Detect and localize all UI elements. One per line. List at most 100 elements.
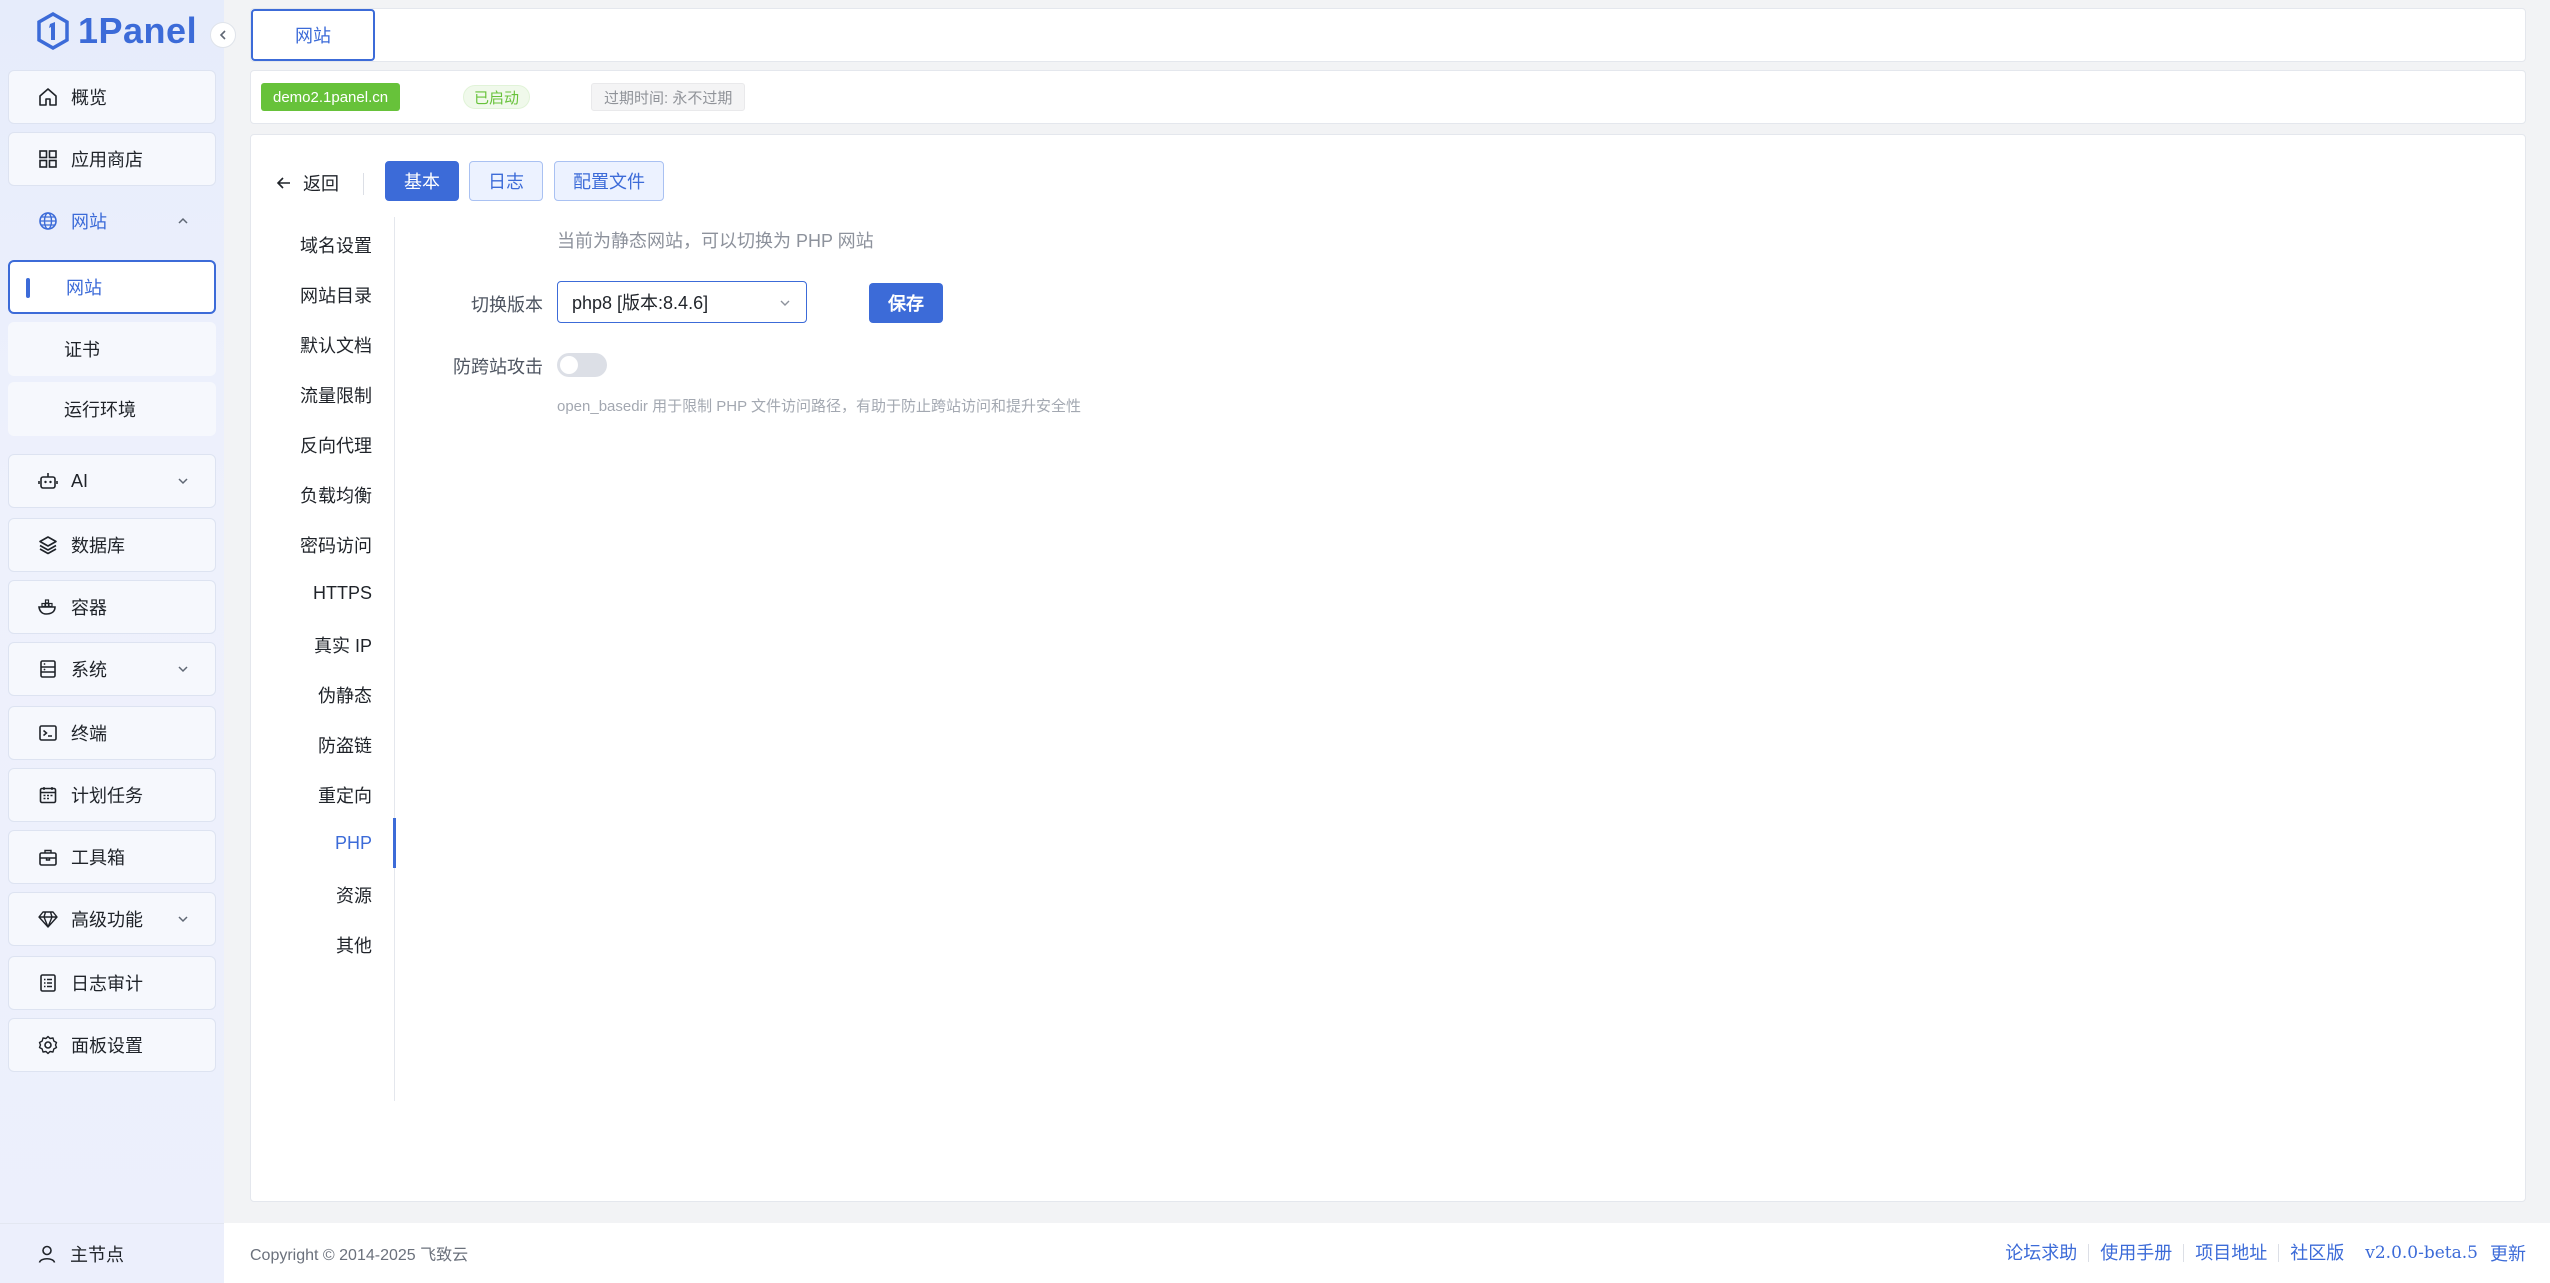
back-label: 返回 bbox=[303, 174, 339, 194]
tab-bar: 网站 bbox=[250, 8, 2526, 62]
subnav-rate-limit[interactable]: 流量限制 bbox=[300, 375, 372, 415]
sidebar-item-label: 工具箱 bbox=[71, 848, 125, 868]
expire-tag: 过期时间: 永不过期 bbox=[591, 83, 746, 111]
subnav-password-access[interactable]: 密码访问 bbox=[300, 525, 372, 565]
manual-link[interactable]: 使用手册 bbox=[2089, 1244, 2185, 1262]
domain-tag[interactable]: demo2.1panel.cn bbox=[261, 83, 401, 111]
status-badge: 已启动 bbox=[463, 85, 531, 109]
update-link[interactable]: 更新 bbox=[2488, 1240, 2526, 1266]
user-icon bbox=[38, 1245, 56, 1263]
sidebar-item-label: 计划任务 bbox=[71, 786, 143, 806]
sidebar-subitem-website[interactable]: 网站 bbox=[8, 260, 216, 314]
save-button[interactable]: 保存 bbox=[869, 283, 943, 323]
logo-hexagon-icon bbox=[37, 12, 69, 50]
cross-site-label: 防跨站攻击 bbox=[453, 357, 543, 377]
forum-link[interactable]: 论坛求助 bbox=[1994, 1244, 2090, 1262]
sidebar-item-label: 容器 bbox=[71, 598, 107, 618]
subnav-site-dir[interactable]: 网站目录 bbox=[300, 275, 372, 315]
node-label: 主节点 bbox=[70, 1244, 124, 1265]
arrow-left-icon bbox=[276, 177, 290, 189]
sidebar-item-label: 网站 bbox=[71, 212, 107, 232]
sidebar-item-label: 日志审计 bbox=[71, 974, 143, 994]
sidebar-subitem-label: 证书 bbox=[64, 340, 100, 360]
sidebar-collapse-button[interactable] bbox=[210, 22, 236, 48]
cross-site-toggle[interactable] bbox=[557, 353, 607, 377]
sidebar-item-label: 应用商店 bbox=[71, 150, 143, 170]
copyright-text: Copyright © 2014-2025 飞致云 bbox=[250, 1247, 469, 1264]
sidebar-item-label: 数据库 bbox=[71, 536, 125, 556]
subnav-rewrite[interactable]: 伪静态 bbox=[318, 675, 372, 715]
sidebar-item-label: 终端 bbox=[71, 724, 107, 744]
php-version-value: php8 [版本:8.4.6] bbox=[572, 293, 709, 313]
sidebar-item-ai[interactable]: AI bbox=[8, 454, 216, 508]
sidebar-item-database[interactable]: 数据库 bbox=[8, 518, 216, 572]
sidebar-item-overview[interactable]: 概览 bbox=[8, 70, 216, 124]
footer-links: 论坛求助 使用手册 项目地址 社区版 v2.0.0-beta.5 更新 bbox=[1994, 1223, 2526, 1283]
sidebar: 1Panel 概览 应用商店 网站 网站 证书 运行环境 AI 数据库 容器 系… bbox=[0, 0, 236, 1283]
gear-icon bbox=[38, 1035, 58, 1055]
calendar-icon bbox=[39, 787, 57, 804]
php-version-select[interactable]: php8 [版本:8.4.6] bbox=[557, 281, 807, 323]
chevron-down-icon bbox=[780, 300, 790, 306]
sidebar-item-log-audit[interactable]: 日志审计 bbox=[8, 956, 216, 1010]
tab-basic[interactable]: 基本 bbox=[385, 161, 459, 201]
toolbar-divider bbox=[363, 173, 364, 195]
subnav-redirect[interactable]: 重定向 bbox=[318, 775, 372, 815]
sidebar-item-container[interactable]: 容器 bbox=[8, 580, 216, 634]
project-link[interactable]: 项目地址 bbox=[2184, 1244, 2280, 1262]
chevron-up-icon bbox=[178, 217, 188, 224]
sidebar-item-app-store[interactable]: 应用商店 bbox=[8, 132, 216, 186]
sidebar-item-label: 面板设置 bbox=[71, 1036, 143, 1056]
app-logo[interactable]: 1Panel bbox=[36, 10, 197, 52]
edition-link[interactable]: 社区版 bbox=[2279, 1244, 2355, 1262]
globe-icon bbox=[39, 212, 57, 230]
subnav-default-doc[interactable]: 默认文档 bbox=[300, 325, 372, 365]
static-site-hint: 当前为静态网站，可以切换为 PHP 网站 bbox=[557, 231, 874, 251]
home-icon bbox=[39, 88, 57, 106]
sidebar-subitem-certificate[interactable]: 证书 bbox=[8, 322, 216, 376]
subnav-real-ip[interactable]: 真实 IP bbox=[314, 625, 372, 665]
chevron-down-icon bbox=[178, 478, 188, 485]
subnav-load-balance[interactable]: 负载均衡 bbox=[300, 475, 372, 515]
subnav-reverse-proxy[interactable]: 反向代理 bbox=[300, 425, 372, 465]
back-button[interactable]: 返回 bbox=[275, 165, 339, 201]
toolbox-icon bbox=[39, 849, 57, 866]
version-label: 切换版本 bbox=[471, 295, 543, 315]
sidebar-item-label: 概览 bbox=[71, 88, 107, 108]
sidebar-item-label: AI bbox=[71, 470, 89, 491]
server-icon bbox=[40, 660, 56, 678]
sidebar-item-system[interactable]: 系统 bbox=[8, 642, 216, 696]
sidebar-subitem-label: 运行环境 bbox=[64, 400, 136, 420]
logo-text: 1Panel bbox=[78, 10, 198, 51]
footer: Copyright © 2014-2025 飞致云 论坛求助 使用手册 项目地址… bbox=[224, 1223, 2550, 1283]
sidebar-item-panel-settings[interactable]: 面板设置 bbox=[8, 1018, 216, 1072]
sidebar-item-terminal[interactable]: 终端 bbox=[8, 706, 216, 760]
sidebar-item-advanced[interactable]: 高级功能 bbox=[8, 892, 216, 946]
chevron-down-icon bbox=[178, 666, 188, 673]
sidebar-subitem-label: 网站 bbox=[66, 278, 102, 298]
subnav-https[interactable]: HTTPS bbox=[313, 573, 372, 613]
site-info-bar: demo2.1panel.cn 已启动 过期时间: 永不过期 bbox=[250, 70, 2526, 124]
sidebar-subitem-runtime[interactable]: 运行环境 bbox=[8, 382, 216, 436]
layers-icon bbox=[39, 536, 57, 555]
tab-log[interactable]: 日志 bbox=[469, 161, 543, 201]
subnav-domain[interactable]: 域名设置 bbox=[300, 225, 372, 265]
sidebar-item-website[interactable]: 网站 bbox=[8, 194, 216, 248]
subnav-php[interactable]: PHP bbox=[335, 823, 372, 863]
open-basedir-hint: open_basedir 用于限制 PHP 文件访问路径，有助于防止跨站访问和提… bbox=[557, 398, 1081, 415]
robot-icon bbox=[38, 473, 58, 489]
subnav-anti-leech[interactable]: 防盗链 bbox=[318, 725, 372, 765]
log-icon bbox=[40, 974, 56, 992]
subnav-other[interactable]: 其他 bbox=[336, 925, 372, 965]
diamond-icon bbox=[38, 911, 58, 928]
node-switcher[interactable]: 主节点 bbox=[0, 1223, 224, 1283]
sidebar-item-toolbox[interactable]: 工具箱 bbox=[8, 830, 216, 884]
tab-config-file[interactable]: 配置文件 bbox=[554, 161, 664, 201]
sidebar-item-cronjob[interactable]: 计划任务 bbox=[8, 768, 216, 822]
sidebar-item-label: 系统 bbox=[71, 660, 107, 680]
grid-icon bbox=[39, 150, 57, 168]
tab-website[interactable]: 网站 bbox=[251, 9, 375, 61]
chevron-left-icon bbox=[219, 30, 226, 40]
settings-subnav: 域名设置 网站目录 默认文档 流量限制 反向代理 负载均衡 密码访问 HTTPS… bbox=[251, 217, 396, 1101]
subnav-resource[interactable]: 资源 bbox=[336, 875, 372, 915]
